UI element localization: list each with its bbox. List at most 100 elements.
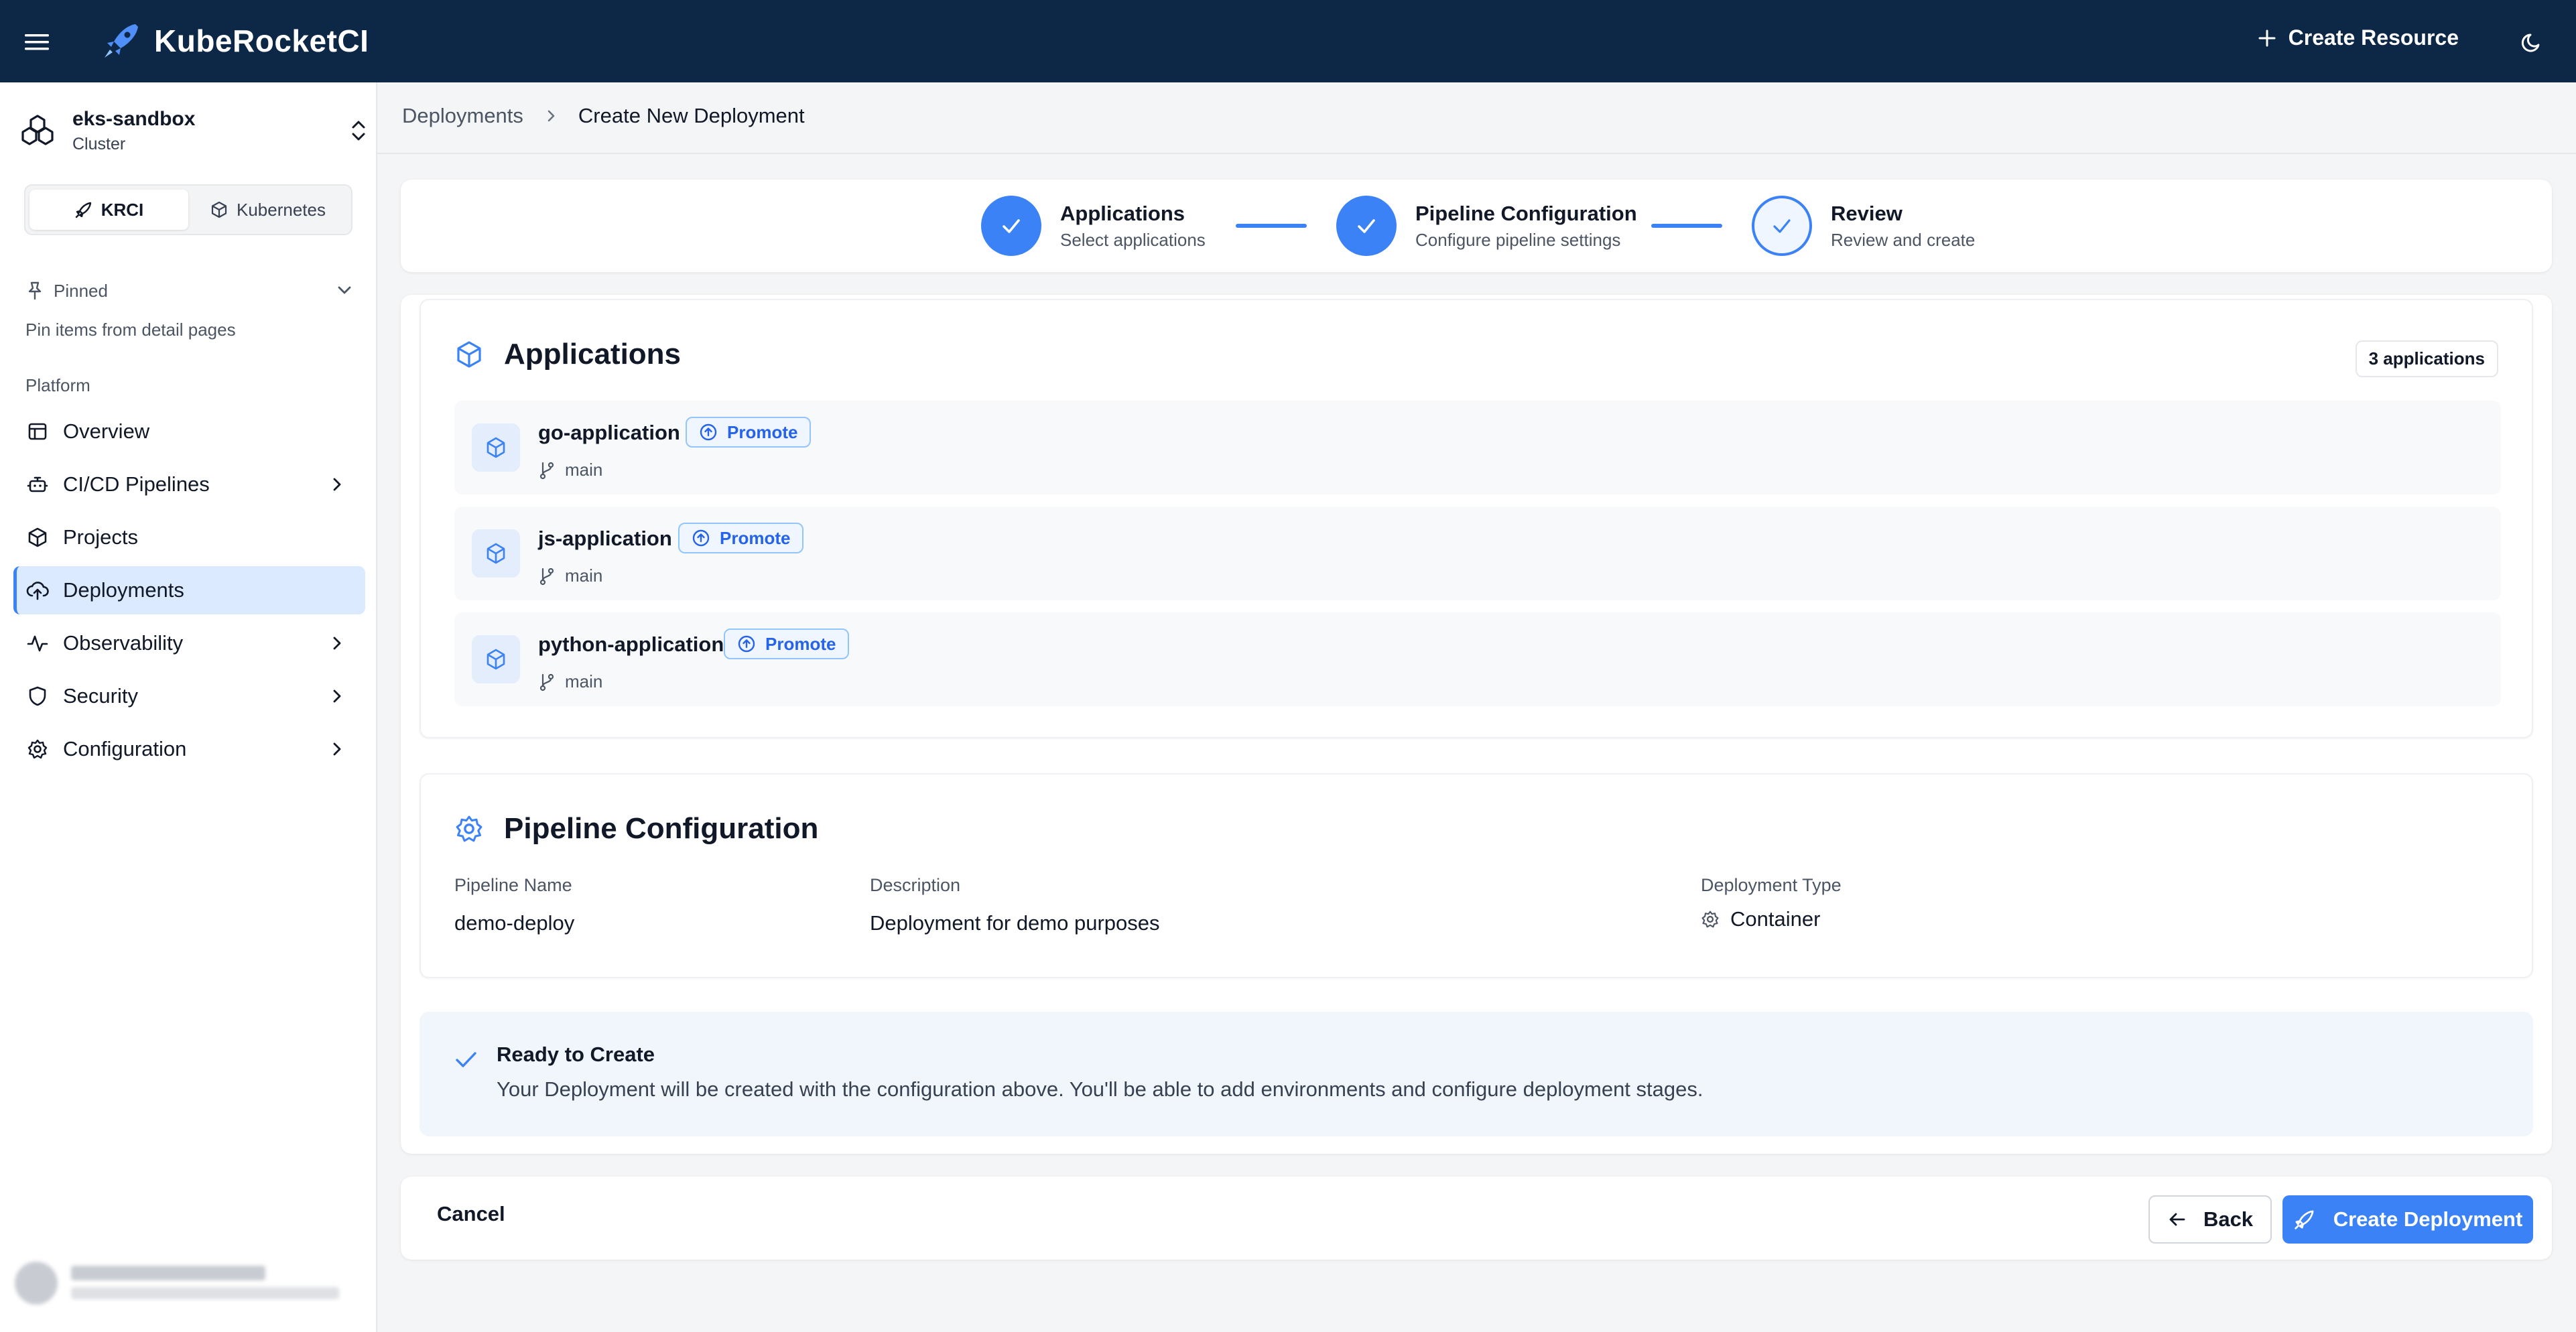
sidebar-item-configuration[interactable]: Configuration — [13, 725, 365, 773]
app-title: KubeRocketCI — [154, 23, 369, 58]
tab-kubernetes-label: Kubernetes — [237, 199, 326, 220]
step-check-icon — [1752, 196, 1812, 256]
deployment-type-label: Deployment Type — [1701, 875, 1842, 895]
check-icon — [452, 1045, 480, 1073]
cluster-selector[interactable]: eks-sandbox Cluster — [19, 105, 367, 159]
breadcrumb-deployments-link[interactable]: Deployments — [402, 104, 523, 128]
sidebar-item-label: CI/CD Pipelines — [63, 472, 210, 496]
pinned-toggle[interactable]: Pinned — [25, 274, 354, 308]
application-branch: main — [538, 460, 602, 480]
application-name: go-application — [538, 421, 680, 444]
moon-icon[interactable] — [2516, 25, 2549, 59]
rocket-icon — [74, 200, 93, 219]
step-subtitle: Configure pipeline settings — [1415, 229, 1621, 250]
user-profile-blurred[interactable] — [9, 1256, 365, 1310]
step-pipeline-configuration[interactable]: Pipeline Configuration Configure pipelin… — [1336, 194, 1637, 257]
application-branch: main — [538, 671, 602, 692]
footer-actions: Cancel Back Create Deployment — [401, 1177, 2552, 1260]
breadcrumb: Deployments Create New Deployment — [402, 104, 805, 128]
step-title: Review — [1831, 201, 1903, 225]
arrow-up-circle-icon — [692, 529, 710, 547]
tab-kubernetes[interactable]: Kubernetes — [188, 190, 347, 230]
box-icon — [472, 529, 520, 578]
step-title: Applications — [1060, 201, 1185, 225]
back-button[interactable]: Back — [2148, 1195, 2272, 1244]
list-item: python-application Promote main — [454, 612, 2501, 706]
sidebar-item-label: Security — [63, 684, 138, 708]
arrow-up-circle-icon — [737, 635, 756, 653]
sidebar-item-label: Overview — [63, 419, 150, 443]
plus-icon — [2258, 29, 2276, 48]
sidebar-item-security[interactable]: Security — [13, 672, 365, 720]
step-check-icon — [1336, 196, 1397, 256]
hamburger-menu-icon[interactable] — [20, 25, 54, 59]
pinned-label: Pinned — [54, 280, 108, 301]
promote-label: Promote — [765, 633, 836, 654]
back-label: Back — [2203, 1207, 2254, 1231]
tab-krci-label: KRCI — [101, 199, 144, 220]
sidebar-item-overview[interactable]: Overview — [13, 407, 365, 456]
promote-badge: Promote — [686, 417, 812, 448]
brand[interactable]: KubeRocketCI — [101, 20, 369, 62]
ready-to-create-notice: Ready to Create Your Deployment will be … — [420, 1012, 2533, 1136]
list-item: js-application Promote main — [454, 507, 2501, 600]
gear-icon — [454, 814, 484, 844]
sidebar-nav: Overview CI/CD Pipelines Projects Deploy… — [13, 407, 365, 778]
step-title: Pipeline Configuration — [1415, 201, 1637, 225]
sidebar-item-projects[interactable]: Projects — [13, 513, 365, 561]
chevron-right-icon — [328, 686, 346, 706]
shield-icon — [25, 684, 50, 708]
pin-icon — [25, 281, 44, 301]
ready-text: Your Deployment will be created with the… — [497, 1077, 1703, 1101]
promote-badge: Promote — [678, 523, 804, 553]
step-check-icon — [981, 196, 1041, 256]
cloud-upload-icon — [25, 578, 50, 602]
pipeline-configuration-title: Pipeline Configuration — [504, 812, 819, 845]
step-applications[interactable]: Applications Select applications — [981, 194, 1206, 257]
promote-badge: Promote — [724, 628, 850, 659]
sidebar-item-observability[interactable]: Observability — [13, 619, 365, 667]
sidebar-item-cicd-pipelines[interactable]: CI/CD Pipelines — [13, 460, 365, 509]
step-connector — [1236, 224, 1307, 228]
promote-label: Promote — [727, 421, 798, 442]
pipeline-configuration-card: Pipeline Configuration Pipeline Name dem… — [420, 773, 2533, 978]
step-subtitle: Review and create — [1831, 229, 1976, 250]
description-label: Description — [870, 875, 961, 895]
rocket-logo-icon — [101, 20, 142, 62]
create-deployment-button[interactable]: Create Deployment — [2282, 1195, 2533, 1244]
avatar — [15, 1262, 58, 1305]
sidebar: eks-sandbox Cluster KRCI Kubernetes Pinn… — [0, 82, 377, 1332]
gear-icon — [25, 737, 50, 761]
sidebar-item-deployments[interactable]: Deployments — [13, 566, 365, 614]
branch-name: main — [565, 671, 603, 691]
description-value: Deployment for demo purposes — [870, 911, 1160, 935]
sidebar-item-label: Projects — [63, 525, 138, 549]
application-name: python-application — [538, 632, 724, 656]
step-review[interactable]: Review Review and create — [1752, 194, 1975, 257]
sidebar-item-label: Configuration — [63, 737, 187, 760]
section-label-platform: Platform — [25, 375, 90, 395]
applications-title: Applications — [504, 338, 682, 371]
chevron-right-icon — [328, 474, 346, 494]
create-resource-label: Create Resource — [2288, 25, 2459, 50]
chevron-down-icon — [335, 281, 354, 299]
git-branch-icon — [538, 673, 556, 691]
sidebar-item-label: Deployments — [63, 578, 184, 602]
chevron-right-icon — [328, 633, 346, 653]
breadcrumb-current: Create New Deployment — [578, 104, 805, 127]
mode-switch: KRCI Kubernetes — [24, 184, 352, 235]
application-name: js-application — [538, 527, 672, 550]
bot-icon — [25, 472, 50, 496]
cancel-button[interactable]: Cancel — [437, 1202, 505, 1226]
create-resource-button[interactable]: Create Resource — [2258, 25, 2459, 50]
tab-krci[interactable]: KRCI — [29, 190, 188, 230]
rocket-icon — [2293, 1208, 2316, 1231]
deployment-type-value: Container — [1701, 907, 1820, 931]
ready-title: Ready to Create — [497, 1043, 655, 1066]
branch-name: main — [565, 460, 603, 480]
cluster-hexagon-icon — [19, 112, 56, 149]
chevrons-up-down-icon — [350, 117, 367, 144]
gear-icon — [1701, 910, 1720, 929]
list-item: go-application Promote main — [454, 401, 2501, 494]
create-deployment-label: Create Deployment — [2333, 1207, 2523, 1231]
